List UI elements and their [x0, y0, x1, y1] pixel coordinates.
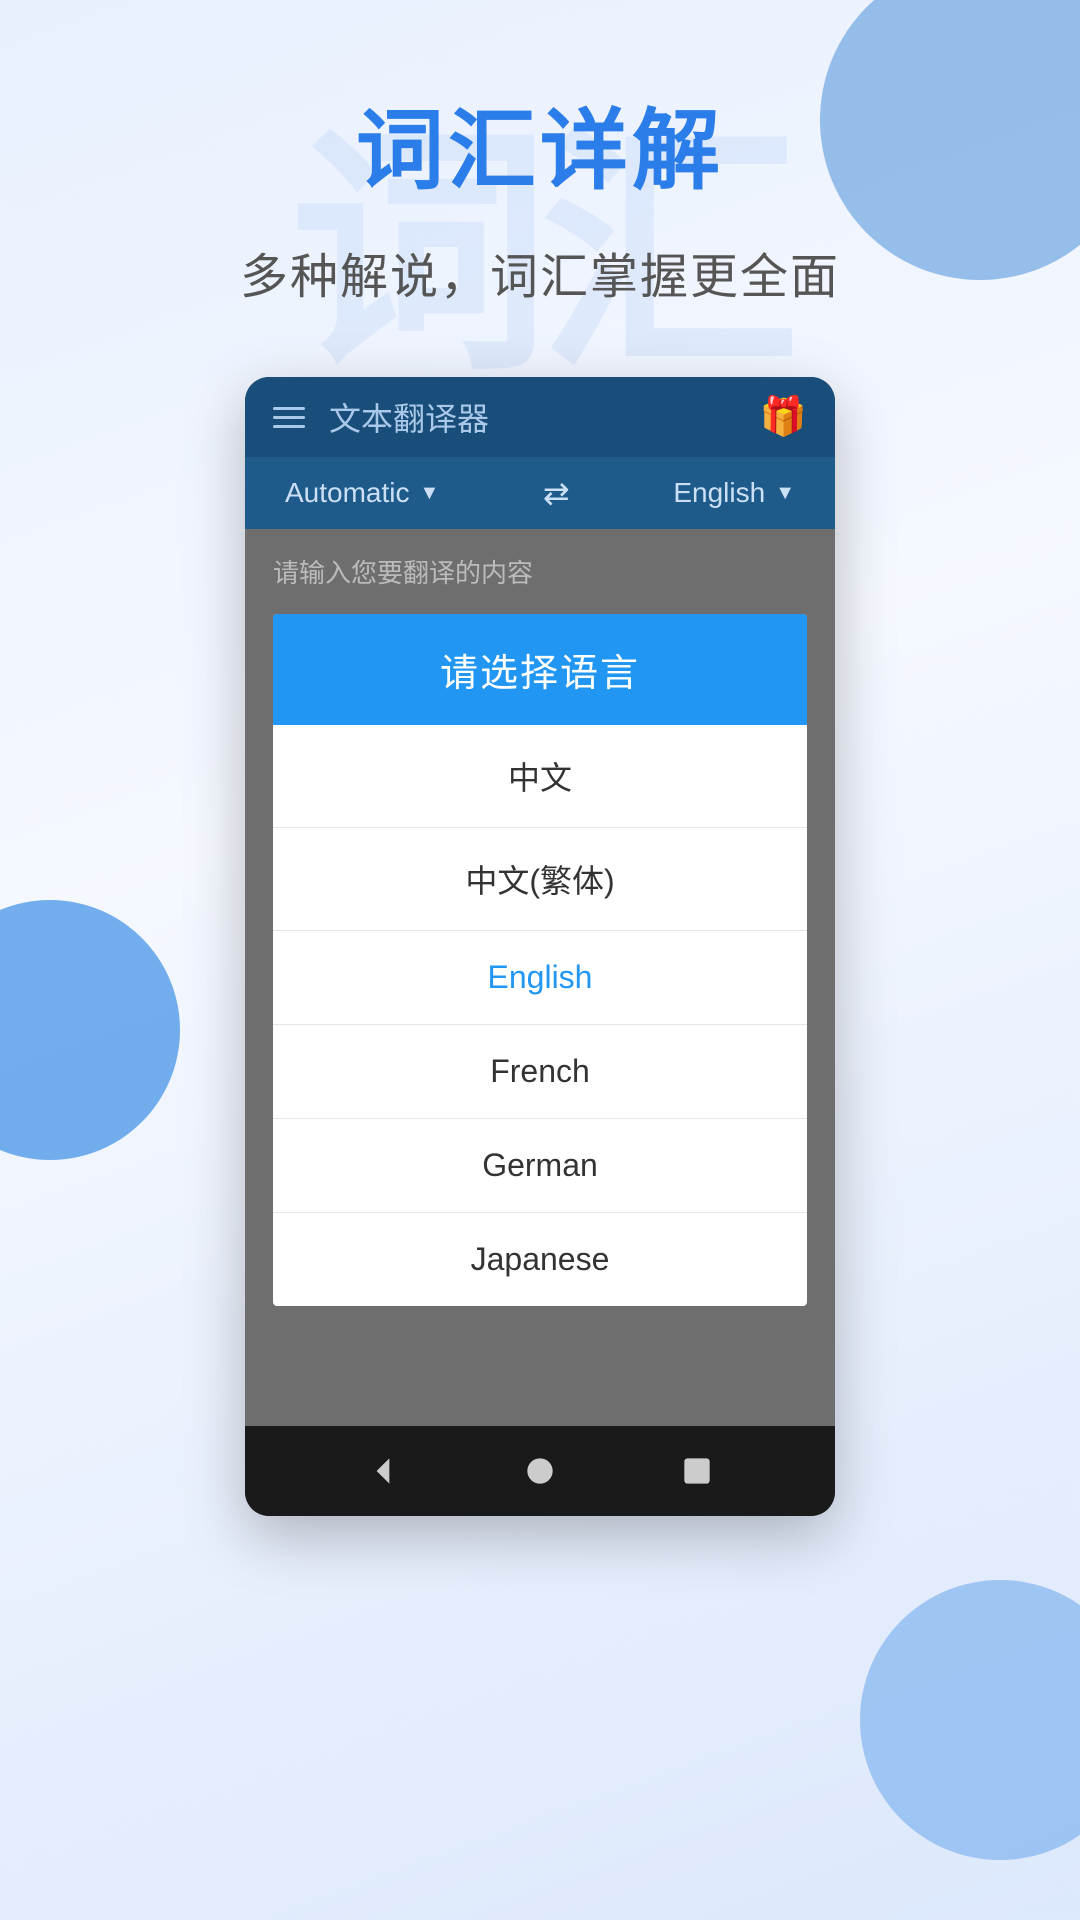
- hero-title: 词汇详解: [356, 80, 724, 207]
- menu-button[interactable]: [273, 407, 305, 428]
- menu-line: [273, 416, 305, 419]
- hero-subtitle: 多种解说，词汇掌握更全面: [240, 237, 840, 307]
- modal-overlay: 请选择语言 中文中文(繁体)EnglishFrenchGermanJapanes…: [245, 614, 835, 1306]
- gift-icon[interactable]: 🎁: [760, 395, 807, 439]
- back-button[interactable]: [348, 1436, 418, 1506]
- lang-options-list: 中文中文(繁体)EnglishFrenchGermanJapanese: [273, 725, 807, 1306]
- lang-dialog-title: 请选择语言: [440, 653, 640, 695]
- back-icon: [364, 1452, 402, 1490]
- app-title: 文本翻译器: [329, 394, 760, 440]
- lang-option[interactable]: French: [273, 1025, 807, 1119]
- menu-line: [273, 425, 305, 428]
- lang-option[interactable]: 中文(繁体): [273, 828, 807, 931]
- lang-option[interactable]: English: [273, 931, 807, 1025]
- source-lang-selector[interactable]: Automatic ▼: [285, 477, 439, 509]
- lang-option[interactable]: Japanese: [273, 1213, 807, 1306]
- menu-line: [273, 407, 305, 410]
- recent-icon: [678, 1452, 716, 1490]
- lang-option[interactable]: German: [273, 1119, 807, 1213]
- source-lang-label: Automatic: [285, 477, 410, 509]
- home-icon: [521, 1452, 559, 1490]
- target-lang-arrow-icon: ▼: [775, 482, 795, 505]
- lang-bar: Automatic ▼ ⇄ English ▼: [245, 457, 835, 529]
- lang-dialog-header: 请选择语言: [273, 614, 807, 725]
- home-button[interactable]: [505, 1436, 575, 1506]
- text-input-area[interactable]: 请输入您要翻译的内容: [245, 529, 835, 614]
- text-input-placeholder: 请输入您要翻译的内容: [273, 558, 533, 588]
- source-lang-arrow-icon: ▼: [420, 482, 440, 505]
- phone-mockup: 文本翻译器 🎁 Automatic ▼ ⇄ English ▼ 请输入您要翻译的…: [245, 377, 835, 1516]
- gray-area-below-dialog: [245, 1306, 835, 1426]
- swap-lang-button[interactable]: ⇄: [543, 474, 570, 512]
- target-lang-label: English: [673, 477, 765, 509]
- page-content: 词汇详解 多种解说，词汇掌握更全面 文本翻译器 🎁 Automatic ▼ ⇄ …: [0, 0, 1080, 1916]
- lang-dialog: 请选择语言 中文中文(繁体)EnglishFrenchGermanJapanes…: [273, 614, 807, 1306]
- nav-bar: [245, 1426, 835, 1516]
- app-bar: 文本翻译器 🎁: [245, 377, 835, 457]
- target-lang-selector[interactable]: English ▼: [673, 477, 795, 509]
- lang-option[interactable]: 中文: [273, 725, 807, 828]
- recent-button[interactable]: [662, 1436, 732, 1506]
